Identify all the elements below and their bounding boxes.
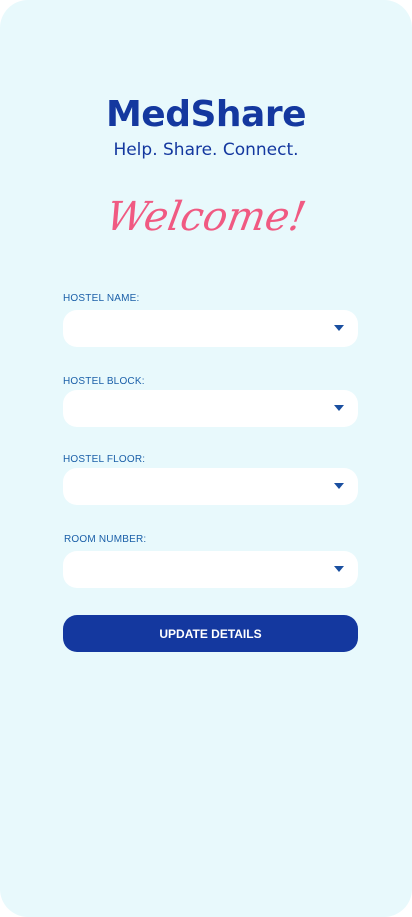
- app-screen: MedShare Help. Share. Connect. Welcome! …: [0, 0, 412, 917]
- hostel-block-label: HOSTEL BLOCK:: [63, 376, 145, 387]
- chevron-down-icon: [334, 405, 344, 411]
- update-details-button[interactable]: UPDATE DETAILS: [63, 615, 358, 652]
- chevron-down-icon: [334, 483, 344, 489]
- welcome-heading: Welcome!: [102, 194, 310, 240]
- chevron-down-icon: [334, 325, 344, 331]
- app-logo-text: MedShare: [105, 94, 307, 135]
- hostel-name-select[interactable]: [63, 310, 358, 347]
- hostel-floor-select[interactable]: [63, 468, 358, 505]
- chevron-down-icon: [334, 566, 344, 572]
- app-tagline: Help. Share. Connect.: [113, 140, 299, 160]
- room-number-label: ROOM NUMBER:: [64, 534, 147, 545]
- hostel-block-select[interactable]: [63, 390, 358, 427]
- room-number-select[interactable]: [63, 551, 358, 588]
- hostel-floor-label: HOSTEL FLOOR:: [63, 454, 146, 465]
- hostel-name-label: HOSTEL NAME:: [63, 293, 140, 304]
